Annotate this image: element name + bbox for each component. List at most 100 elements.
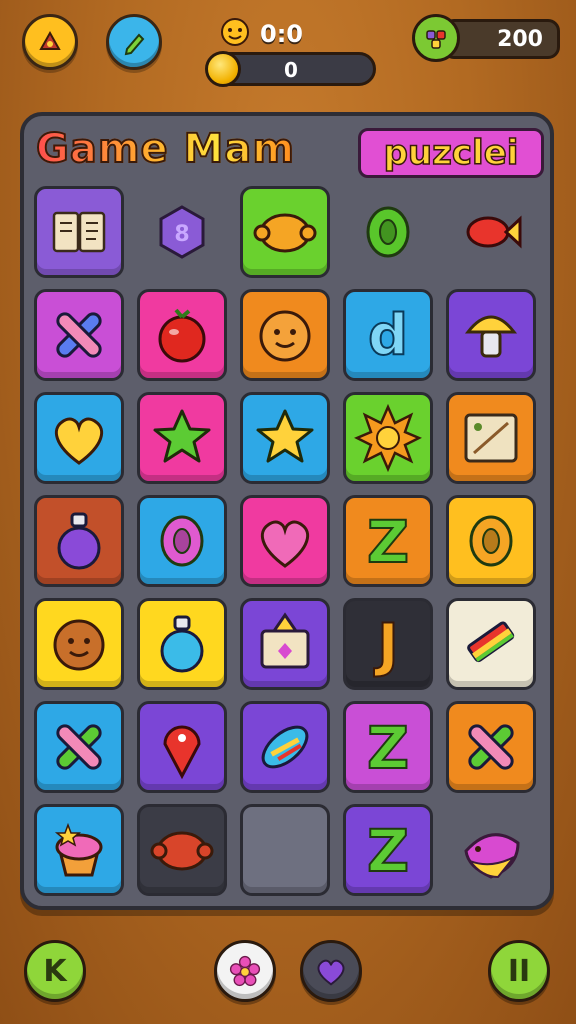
coins-value: 200 [497,27,543,52]
game-board: Game Mam puzclei 8dZJZZ [20,112,554,910]
candy-icon [466,215,522,249]
tile-rainbow-pencil[interactable] [446,598,536,690]
sun-face-icon [354,403,422,473]
red-pin-icon [163,725,201,780]
tile-sun-face[interactable] [343,392,433,484]
tile-green-letter-x[interactable] [34,701,124,793]
tile-bean[interactable] [137,804,227,896]
tile-green-star[interactable] [137,392,227,484]
heart-lollipop-icon [260,520,310,568]
heart-icon [317,959,345,986]
tile-open-book[interactable] [34,186,124,278]
tile-yellow-heart[interactable] [34,392,124,484]
svg-text:Z: Z [367,714,409,782]
tile-bear-face[interactable] [34,598,124,690]
green-letter-icon: Z [366,507,410,577]
tile-compass-ring[interactable] [446,495,536,587]
svg-text:J: J [373,611,399,679]
pink-drop-icon [160,515,204,567]
rainbow-pencil-icon [467,621,515,663]
smiley-face-icon [259,310,311,362]
score-panel: 0:0 0 [198,14,378,92]
tile-orange-letter-j[interactable]: J [343,598,433,690]
hat-icon [39,30,61,50]
tile-heart-lollipop[interactable] [240,495,330,587]
tile-pink-bird[interactable] [446,804,536,896]
game-title: Game Mam [35,125,296,173]
svg-text:Z: Z [367,508,409,576]
score-label: 0:0 [260,20,303,48]
green-letter-z-icon: Z [366,816,410,886]
title-bar: Game Mam puzclei [32,122,544,184]
pause-button[interactable]: II [488,940,550,1002]
tile-empty-slot[interactable] [240,804,330,896]
tile-blue-letter[interactable]: d [343,289,433,381]
green-ring-icon [366,206,410,258]
svg-text:8: 8 [174,222,189,247]
tile-rocket[interactable] [240,701,330,793]
orange-cross-icon [468,724,514,770]
open-book-icon [52,211,106,253]
mushroom-icon [464,315,518,358]
cupcake-icon [54,822,103,877]
tile-purple-gem[interactable]: 8 [137,186,227,278]
blue-bottle-icon [160,615,204,673]
back-label: K [43,953,67,989]
tile-purple-potion[interactable] [34,495,124,587]
pencil-icon [124,33,145,56]
tile-orange-blob[interactable] [240,186,330,278]
tile-cupcake[interactable] [34,804,124,896]
tile-orange-cross[interactable] [446,701,536,793]
empty-slot-icon [252,817,318,883]
tile-red-pin[interactable] [137,701,227,793]
yellow-star-face-icon [256,409,314,463]
compass-ring-icon [469,515,513,567]
home-button[interactable] [22,14,78,70]
tile-blue-bottle[interactable] [137,598,227,690]
tile-green-ring[interactable] [343,186,433,278]
tile-cross-stick[interactable] [34,289,124,381]
rocket-icon [261,725,309,769]
tile-pink-drop[interactable] [137,495,227,587]
svg-text:Z: Z [367,817,409,885]
flower-icon [229,955,261,987]
tile-green-ampersand[interactable]: Z [343,701,433,793]
gift-box-icon [260,612,310,669]
mascot-icon [221,18,249,46]
purple-potion-icon [57,512,101,570]
flower-powerup-button[interactable] [214,940,276,1002]
yellow-heart-icon [54,417,104,465]
pause-label: II [507,953,531,989]
coins-counter[interactable]: 200 [412,14,560,64]
game-subtitle: puzclei [358,128,544,178]
treasure-map-icon [464,413,518,463]
tile-gift-box[interactable] [240,598,330,690]
gem-bag-icon [412,14,460,62]
green-letter-x-icon [56,724,102,770]
blue-letter-icon: d [367,302,409,369]
tomato-icon [158,308,206,363]
tile-treasure-map[interactable] [446,392,536,484]
progress-bar: 0 [205,51,376,87]
orange-letter-j-icon: J [372,610,400,680]
tile-mushroom[interactable] [446,289,536,381]
green-ampersand-icon: Z [366,713,410,783]
tile-green-letter-z[interactable]: Z [343,804,433,896]
purple-gem-icon: 8 [159,205,205,259]
tile-yellow-star-face[interactable] [240,392,330,484]
pink-bird-icon [464,833,520,879]
back-button[interactable]: K [24,940,86,1002]
orange-blob-icon [253,213,317,253]
green-star-icon [153,409,211,463]
tile-green-letter[interactable]: Z [343,495,433,587]
tile-tomato[interactable] [137,289,227,381]
edit-button[interactable] [106,14,162,70]
bean-icon [150,831,214,871]
tile-smiley-face[interactable] [240,289,330,381]
heart-powerup-button[interactable] [300,940,362,1002]
coin-icon [205,51,241,87]
cross-stick-icon [56,312,102,358]
bear-face-icon [53,619,105,671]
tile-candy[interactable] [446,186,536,278]
svg-text:d: d [368,303,408,368]
